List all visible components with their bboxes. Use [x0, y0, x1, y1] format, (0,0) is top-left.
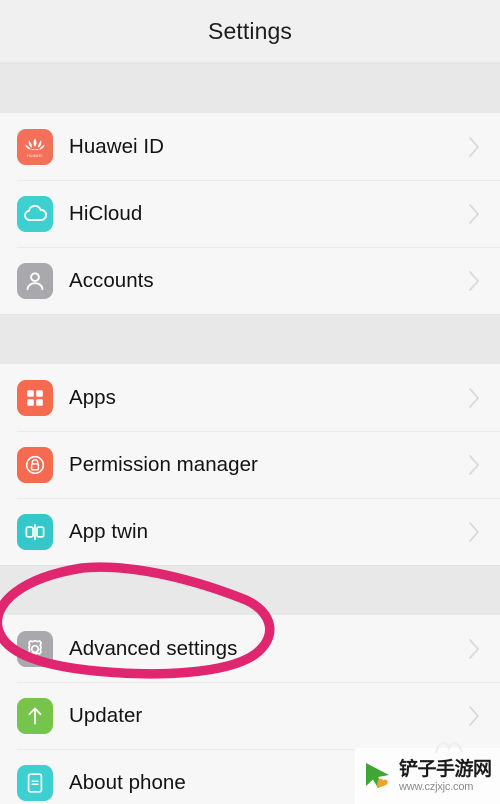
gear-icon [17, 630, 53, 667]
settings-row-huawei-id[interactable]: HUAWEI Huawei ID [0, 113, 500, 180]
settings-row-label: Permission manager [69, 452, 258, 476]
phone-info-icon [17, 764, 53, 801]
chevron-right-icon [468, 203, 481, 225]
chevron-right-icon [468, 638, 481, 660]
settings-row-accounts[interactable]: Accounts [0, 247, 500, 314]
watermark-text-block: 铲子手游网 www.czjxjc.com [399, 757, 492, 793]
grid-squares-icon [17, 379, 53, 416]
section-divider-band [0, 63, 500, 113]
settings-row-label: About phone [69, 770, 186, 794]
apps-section: Apps Permission manager App twin [0, 364, 500, 565]
watermark-site-name: 铲子手游网 [399, 757, 492, 780]
watermark-arc-decoration [434, 739, 464, 754]
chevron-right-icon [468, 521, 481, 543]
section-divider-band [0, 565, 500, 615]
page-title: Settings [208, 17, 292, 44]
chevron-right-icon [468, 387, 481, 409]
chevron-right-icon [468, 705, 481, 727]
settings-row-app-twin[interactable]: App twin [0, 498, 500, 565]
settings-row-advanced-settings[interactable]: Advanced settings [0, 615, 500, 682]
account-section: HUAWEI Huawei ID HiCloud Accounts [0, 113, 500, 314]
watermark-url: www.czjxjc.com [399, 780, 474, 793]
person-icon [17, 262, 53, 299]
green-cursor-arrow-icon [361, 759, 395, 793]
chevron-right-icon [468, 454, 481, 476]
settings-row-label: Accounts [69, 268, 154, 292]
up-arrow-icon [17, 697, 53, 734]
section-divider-band [0, 314, 500, 364]
cloud-icon [17, 195, 53, 232]
settings-screen: Settings HUAWEI Huawei ID HiCloud Accoun… [0, 0, 500, 804]
svg-text:HUAWEI: HUAWEI [27, 153, 43, 157]
settings-row-updater[interactable]: Updater [0, 682, 500, 749]
chevron-right-icon [468, 136, 481, 158]
app-header: Settings [0, 0, 500, 63]
settings-row-label: App twin [69, 519, 149, 543]
settings-row-label: HiCloud [69, 201, 143, 225]
lock-circle-icon [17, 446, 53, 483]
site-watermark: 铲子手游网 www.czjxjc.com [355, 742, 500, 804]
settings-row-permission-manager[interactable]: Permission manager [0, 431, 500, 498]
settings-row-label: Updater [69, 703, 143, 727]
chevron-right-icon [468, 270, 481, 292]
settings-row-label: Huawei ID [69, 134, 165, 158]
app-twin-icon [17, 513, 53, 550]
huawei-logo-icon: HUAWEI [17, 128, 53, 165]
settings-row-label: Apps [69, 385, 116, 409]
settings-row-label: Advanced settings [69, 636, 238, 660]
settings-row-hicloud[interactable]: HiCloud [0, 180, 500, 247]
settings-row-apps[interactable]: Apps [0, 364, 500, 431]
